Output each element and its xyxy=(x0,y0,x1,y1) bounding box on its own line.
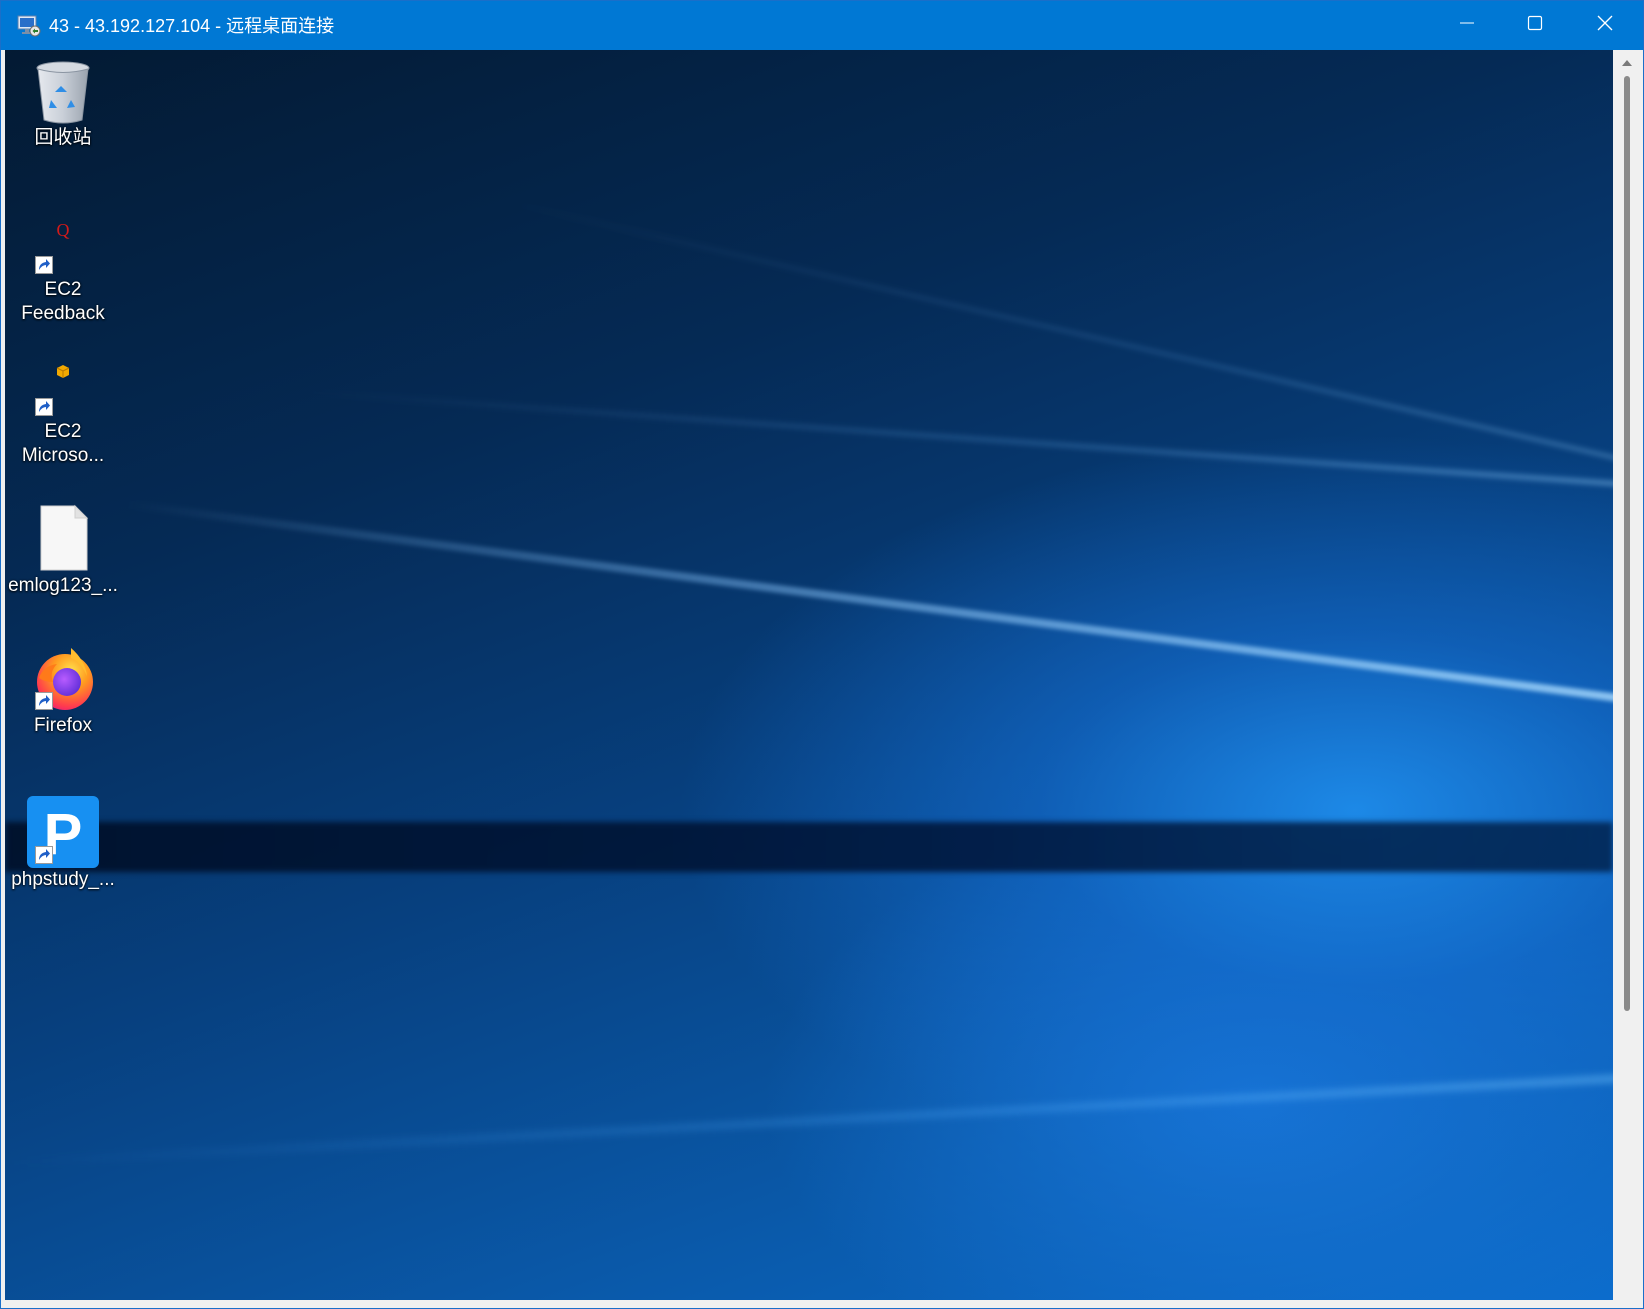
maximize-icon xyxy=(1527,15,1543,36)
desktop-icon-phpstudy[interactable]: P phpstudy_... xyxy=(5,796,121,892)
scroll-up-icon[interactable] xyxy=(1622,60,1632,66)
close-button[interactable] xyxy=(1571,1,1639,50)
phpstudy-icon: P xyxy=(27,796,99,868)
desktop-icon-ec2-microsoft[interactable]: EC2 Microso... xyxy=(5,360,121,468)
ec2-microsoft-icon xyxy=(27,360,99,420)
desktop-icon-label: Firefox xyxy=(33,715,93,736)
desktop-icon-ec2-feedback[interactable]: Q EC2 Feedback xyxy=(5,218,121,326)
svg-text:Q: Q xyxy=(57,220,70,240)
desktop-icon-label: EC2 xyxy=(44,279,82,300)
remote-desktop-icon xyxy=(17,15,41,37)
desktop-icon-label: emlog123_... xyxy=(8,575,118,596)
desktop-icon-emlog-file[interactable]: emlog123_... xyxy=(5,504,121,598)
file-icon xyxy=(27,504,99,574)
maximize-button[interactable] xyxy=(1501,1,1569,50)
wallpaper-light-beam xyxy=(504,200,1613,473)
desktop-icon-label: Microso... xyxy=(21,445,105,466)
recycle-bin-icon xyxy=(31,58,95,126)
wallpaper-light-beam xyxy=(124,500,1613,715)
horizontal-scrollbar[interactable] xyxy=(5,1300,1613,1308)
shortcut-arrow-icon xyxy=(35,256,53,274)
desktop-icon-label: phpstudy_... xyxy=(11,869,115,890)
shortcut-arrow-icon xyxy=(35,692,53,710)
firefox-icon xyxy=(27,642,99,714)
desktop-icon-recycle-bin[interactable]: 回收站 xyxy=(5,58,121,150)
wallpaper-dark-band xyxy=(5,822,1613,872)
shortcut-arrow-icon xyxy=(35,398,53,416)
remote-desktop-window: 43 - 43.192.127.104 - 远程桌面连接 回收站 Q EC2 F… xyxy=(0,0,1644,1309)
window-title: 43 - 43.192.127.104 - 远程桌面连接 xyxy=(49,16,335,36)
title-bar[interactable]: 43 - 43.192.127.104 - 远程桌面连接 xyxy=(1,1,1643,50)
scrollbar-thumb[interactable] xyxy=(1624,76,1630,1011)
desktop-icon-label: Feedback xyxy=(21,303,105,324)
minimize-button[interactable] xyxy=(1433,1,1501,50)
desktop-area[interactable]: 回收站 Q EC2 Feedback EC2 Microso... emlog1… xyxy=(5,50,1613,1300)
wallpaper-light-beam xyxy=(5,1071,1613,1166)
vertical-scrollbar[interactable] xyxy=(1613,50,1643,1300)
ec2-feedback-icon: Q xyxy=(27,218,99,278)
desktop-icon-label: 回收站 xyxy=(34,127,92,148)
close-icon xyxy=(1596,14,1614,37)
minimize-icon xyxy=(1459,15,1475,36)
wallpaper-light-beam xyxy=(304,390,1613,492)
shortcut-arrow-icon xyxy=(35,846,53,864)
desktop-icon-firefox[interactable]: Firefox xyxy=(5,642,121,738)
desktop-icon-label: EC2 xyxy=(44,421,82,442)
